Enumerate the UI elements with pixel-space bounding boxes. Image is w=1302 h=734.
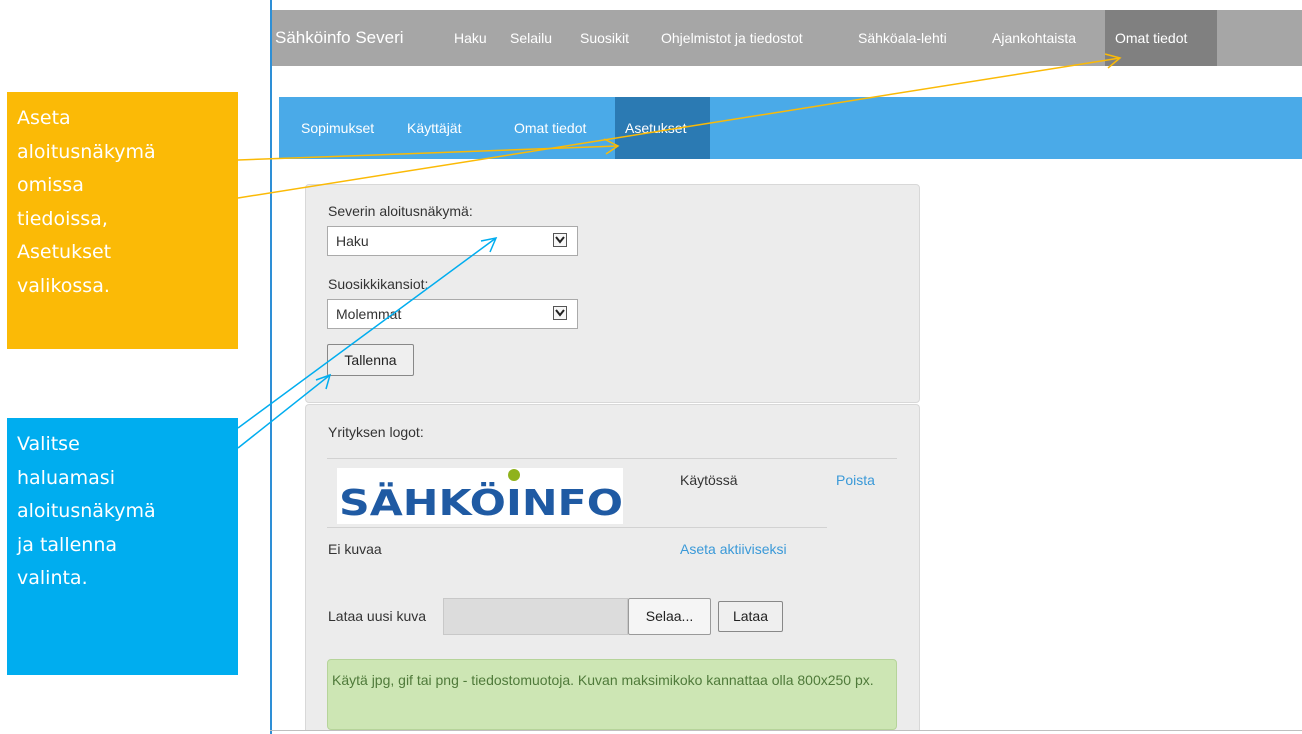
subnav-item-sopimukset[interactable]: Sopimukset [291, 97, 384, 159]
topnav-item-ohjelmistot[interactable]: Ohjelmistot ja tiedostot [651, 10, 813, 66]
chevron-down-icon[interactable] [553, 233, 567, 247]
subnav-item-asetukset[interactable]: Asetukset [615, 97, 710, 159]
logo-wordmark: SÄHKÖINFO [339, 482, 623, 524]
callout-line: tiedoissa, [17, 207, 108, 230]
callout-line: omissa [17, 174, 84, 197]
logos-heading: Yrityksen logot: [328, 424, 424, 440]
callout-blue: Valitse haluamasi aloitusnäkymä ja talle… [7, 418, 238, 675]
callout-line: haluamasi [17, 466, 115, 489]
subnav-item-kayttajat[interactable]: Käyttäjät [397, 97, 471, 159]
save-button[interactable]: Tallenna [327, 344, 414, 376]
topnav-item-suosikit[interactable]: Suosikit [570, 10, 639, 66]
file-path-field[interactable] [443, 598, 628, 635]
callout-line: Aseta [17, 107, 71, 129]
callout-line: ja tallenna [17, 533, 118, 556]
no-image-text: Ei kuvaa [328, 541, 382, 557]
file-format-hint: Käytä jpg, gif tai png - tiedostomuotoja… [327, 659, 897, 730]
topnav-item-sahkoala-lehti[interactable]: Sähköala-lehti [848, 10, 957, 66]
callout-line: Valitse [17, 433, 80, 455]
table-divider [327, 527, 827, 528]
callout-line: valikossa. [17, 274, 110, 297]
logo-status: Käytössä [680, 472, 738, 488]
favorites-label: Suosikkikansiot: [328, 276, 429, 292]
browse-button[interactable]: Selaa... [628, 598, 711, 635]
set-active-link[interactable]: Aseta aktiiviseksi [680, 541, 787, 557]
topnav-item-haku[interactable]: Haku [444, 10, 497, 66]
favorites-value: Molemmat [336, 306, 402, 322]
start-view-label: Severin aloitusnäkymä: [328, 203, 473, 219]
chevron-down-icon[interactable] [553, 306, 567, 320]
brand-title[interactable]: Sähköinfo Severi [275, 10, 404, 66]
callout-line: valinta. [17, 567, 88, 590]
callout-line: aloitusnäkymä [17, 140, 156, 163]
subnav-item-omat-tiedot[interactable]: Omat tiedot [504, 97, 596, 159]
start-view-select[interactable]: Haku [327, 226, 578, 256]
upload-button[interactable]: Lataa [718, 601, 783, 632]
table-divider [327, 458, 897, 459]
sub-navigation-bar: Sopimukset Käyttäjät Omat tiedot Asetuks… [279, 97, 1302, 159]
callout-line: Asetukset [17, 241, 112, 264]
callout-line: aloitusnäkymä [17, 500, 156, 523]
delete-logo-link[interactable]: Poista [836, 472, 875, 488]
topnav-item-omat-tiedot[interactable]: Omat tiedot [1105, 10, 1217, 66]
top-navigation-bar: Sähköinfo Severi Haku Selailu Suosikit O… [272, 10, 1302, 66]
page-frame-border [270, 0, 272, 734]
start-view-value: Haku [336, 233, 369, 249]
topnav-item-ajankohtaista[interactable]: Ajankohtaista [982, 10, 1086, 66]
company-logo-image: SÄHKÖINFO [337, 468, 623, 524]
favorites-select[interactable]: Molemmat [327, 299, 578, 329]
upload-label: Lataa uusi kuva [328, 608, 427, 624]
callout-yellow: Aseta aloitusnäkymä omissa tiedoissa, As… [7, 92, 238, 349]
page-frame-bottom [270, 730, 1302, 731]
topnav-item-selailu[interactable]: Selailu [500, 10, 562, 66]
